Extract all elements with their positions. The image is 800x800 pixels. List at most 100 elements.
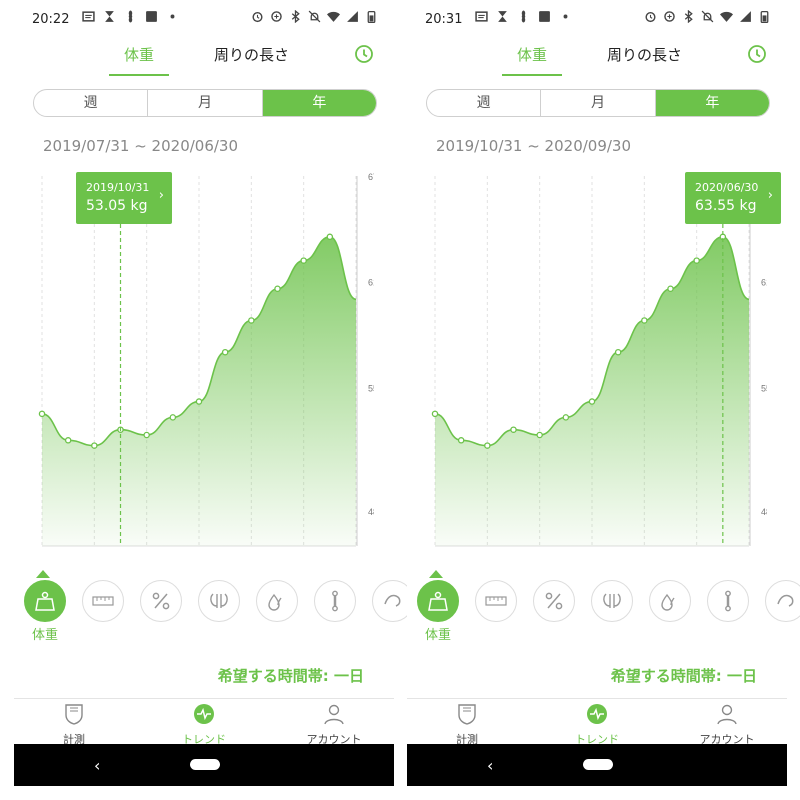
metric-visceral-fat-button[interactable]	[198, 580, 240, 622]
chart-tooltip[interactable]: 2019/10/31 53.05 kg ›	[76, 172, 172, 224]
signal-icon	[347, 11, 358, 22]
metric-body-fat-button[interactable]	[140, 580, 182, 622]
hourglass-icon	[105, 11, 114, 22]
weight-trend-chart[interactable]: 48 55 61	[417, 168, 767, 553]
tooltip-value: 63.55 kg	[695, 198, 757, 214]
water-drop-icon	[268, 593, 282, 611]
tab-circumference[interactable]: 周りの長さ	[607, 44, 682, 65]
account-person-icon	[717, 704, 737, 725]
metric-bone-button[interactable]	[707, 580, 749, 622]
time-zone-label[interactable]: 希望する時間帯: 一日	[218, 665, 364, 686]
selected-metric-marker	[429, 570, 443, 578]
alarm-icon	[645, 12, 656, 23]
water-drop-icon	[661, 593, 675, 611]
data-point	[195, 398, 203, 405]
time-zone-label[interactable]: 希望する時間帯: 一日	[611, 665, 757, 686]
system-icons	[251, 10, 378, 23]
home-pill[interactable]	[583, 759, 613, 770]
bluetooth-icon	[291, 10, 300, 23]
data-point	[457, 437, 465, 444]
fan-icon	[521, 10, 526, 23]
tab-weight[interactable]: 体重	[109, 44, 169, 65]
phone-screen-left: 20:22 体重 周りの長さ 週 月 年 2019/07/31 ~ 2020/0…	[14, 0, 414, 790]
app-icon	[539, 11, 550, 22]
tab-underline	[109, 74, 169, 76]
area-fill	[42, 236, 356, 546]
hourglass-icon	[498, 11, 507, 22]
data-point	[64, 437, 72, 444]
data-point	[536, 431, 543, 439]
metric-muscle-button[interactable]	[765, 580, 800, 622]
home-pill[interactable]	[190, 759, 220, 770]
data-point	[38, 410, 46, 418]
metric-bmi-button[interactable]	[82, 580, 124, 622]
y-tick-label: 55	[368, 383, 374, 393]
percent-icon	[152, 592, 170, 610]
data-point	[667, 285, 674, 293]
back-chevron-icon[interactable]: ‹	[94, 756, 100, 775]
period-month[interactable]: 月	[541, 90, 656, 116]
metric-body-water-button[interactable]	[256, 580, 298, 622]
metric-bone-button[interactable]	[314, 580, 356, 622]
alarm-icon	[252, 12, 263, 23]
percent-icon	[545, 592, 563, 610]
metric-weight-button[interactable]	[24, 580, 66, 622]
account-person-icon	[324, 704, 344, 725]
notification-icons	[475, 10, 572, 23]
period-week[interactable]: 週	[427, 90, 542, 116]
y-tick-label: 48	[761, 507, 767, 517]
period-year[interactable]: 年	[262, 90, 376, 116]
tab-circumference[interactable]: 周りの長さ	[214, 44, 289, 65]
metric-visceral-fat-button[interactable]	[591, 580, 633, 622]
chevron-right-icon: ›	[767, 188, 773, 203]
y-tick-label: 61	[368, 278, 374, 288]
bluetooth-icon	[684, 10, 693, 23]
back-chevron-icon[interactable]: ‹	[487, 756, 493, 775]
nav-measure[interactable]: 計測	[24, 703, 124, 747]
weight-scale-icon	[35, 591, 55, 611]
metric-weight-button[interactable]	[417, 580, 459, 622]
bottom-navigation: 計測 トレンド アカウント	[14, 698, 394, 747]
nav-measure[interactable]: 計測	[417, 703, 517, 747]
organ-icon	[210, 593, 228, 608]
data-point	[431, 410, 439, 418]
y-tick-label: 67	[368, 172, 374, 182]
data-point	[641, 317, 648, 324]
metric-bmi-button[interactable]	[475, 580, 517, 622]
chevron-right-icon: ›	[158, 188, 164, 203]
weight-trend-chart[interactable]: 48 55 61 67	[24, 168, 374, 553]
period-year[interactable]: 年	[655, 90, 769, 116]
data-point	[326, 233, 334, 241]
period-month[interactable]: 月	[148, 90, 263, 116]
data-point	[143, 431, 150, 439]
data-point	[588, 398, 596, 405]
nav-account[interactable]: アカウント	[284, 703, 384, 747]
period-week[interactable]: 週	[34, 90, 149, 116]
tab-weight[interactable]: 体重	[502, 44, 562, 65]
nav-trend[interactable]: トレンド	[547, 703, 647, 747]
system-navigation-bar: ‹	[407, 744, 787, 786]
data-point	[562, 414, 570, 421]
ruler-icon	[92, 596, 114, 606]
nav-trend[interactable]: トレンド	[154, 703, 254, 747]
dot-icon	[170, 14, 175, 19]
selected-metric-marker	[36, 570, 50, 578]
data-point	[300, 257, 307, 264]
nav-account[interactable]: アカウント	[677, 703, 777, 747]
data-point	[169, 414, 177, 421]
data-point	[614, 348, 622, 356]
measure-shield-icon	[65, 704, 83, 725]
history-clock-icon[interactable]	[354, 44, 374, 64]
tab-underline	[502, 74, 562, 76]
tooltip-value: 53.05 kg	[86, 198, 148, 214]
weight-scale-icon	[428, 591, 448, 611]
data-point	[274, 285, 281, 293]
fan-icon	[128, 10, 133, 23]
muscle-icon	[777, 594, 794, 607]
metric-label: 体重	[424, 628, 451, 643]
metric-body-fat-button[interactable]	[533, 580, 575, 622]
metric-body-water-button[interactable]	[649, 580, 691, 622]
bone-icon	[332, 590, 338, 612]
chart-tooltip[interactable]: 2020/06/30 63.55 kg ›	[685, 172, 781, 224]
history-clock-icon[interactable]	[747, 44, 767, 64]
